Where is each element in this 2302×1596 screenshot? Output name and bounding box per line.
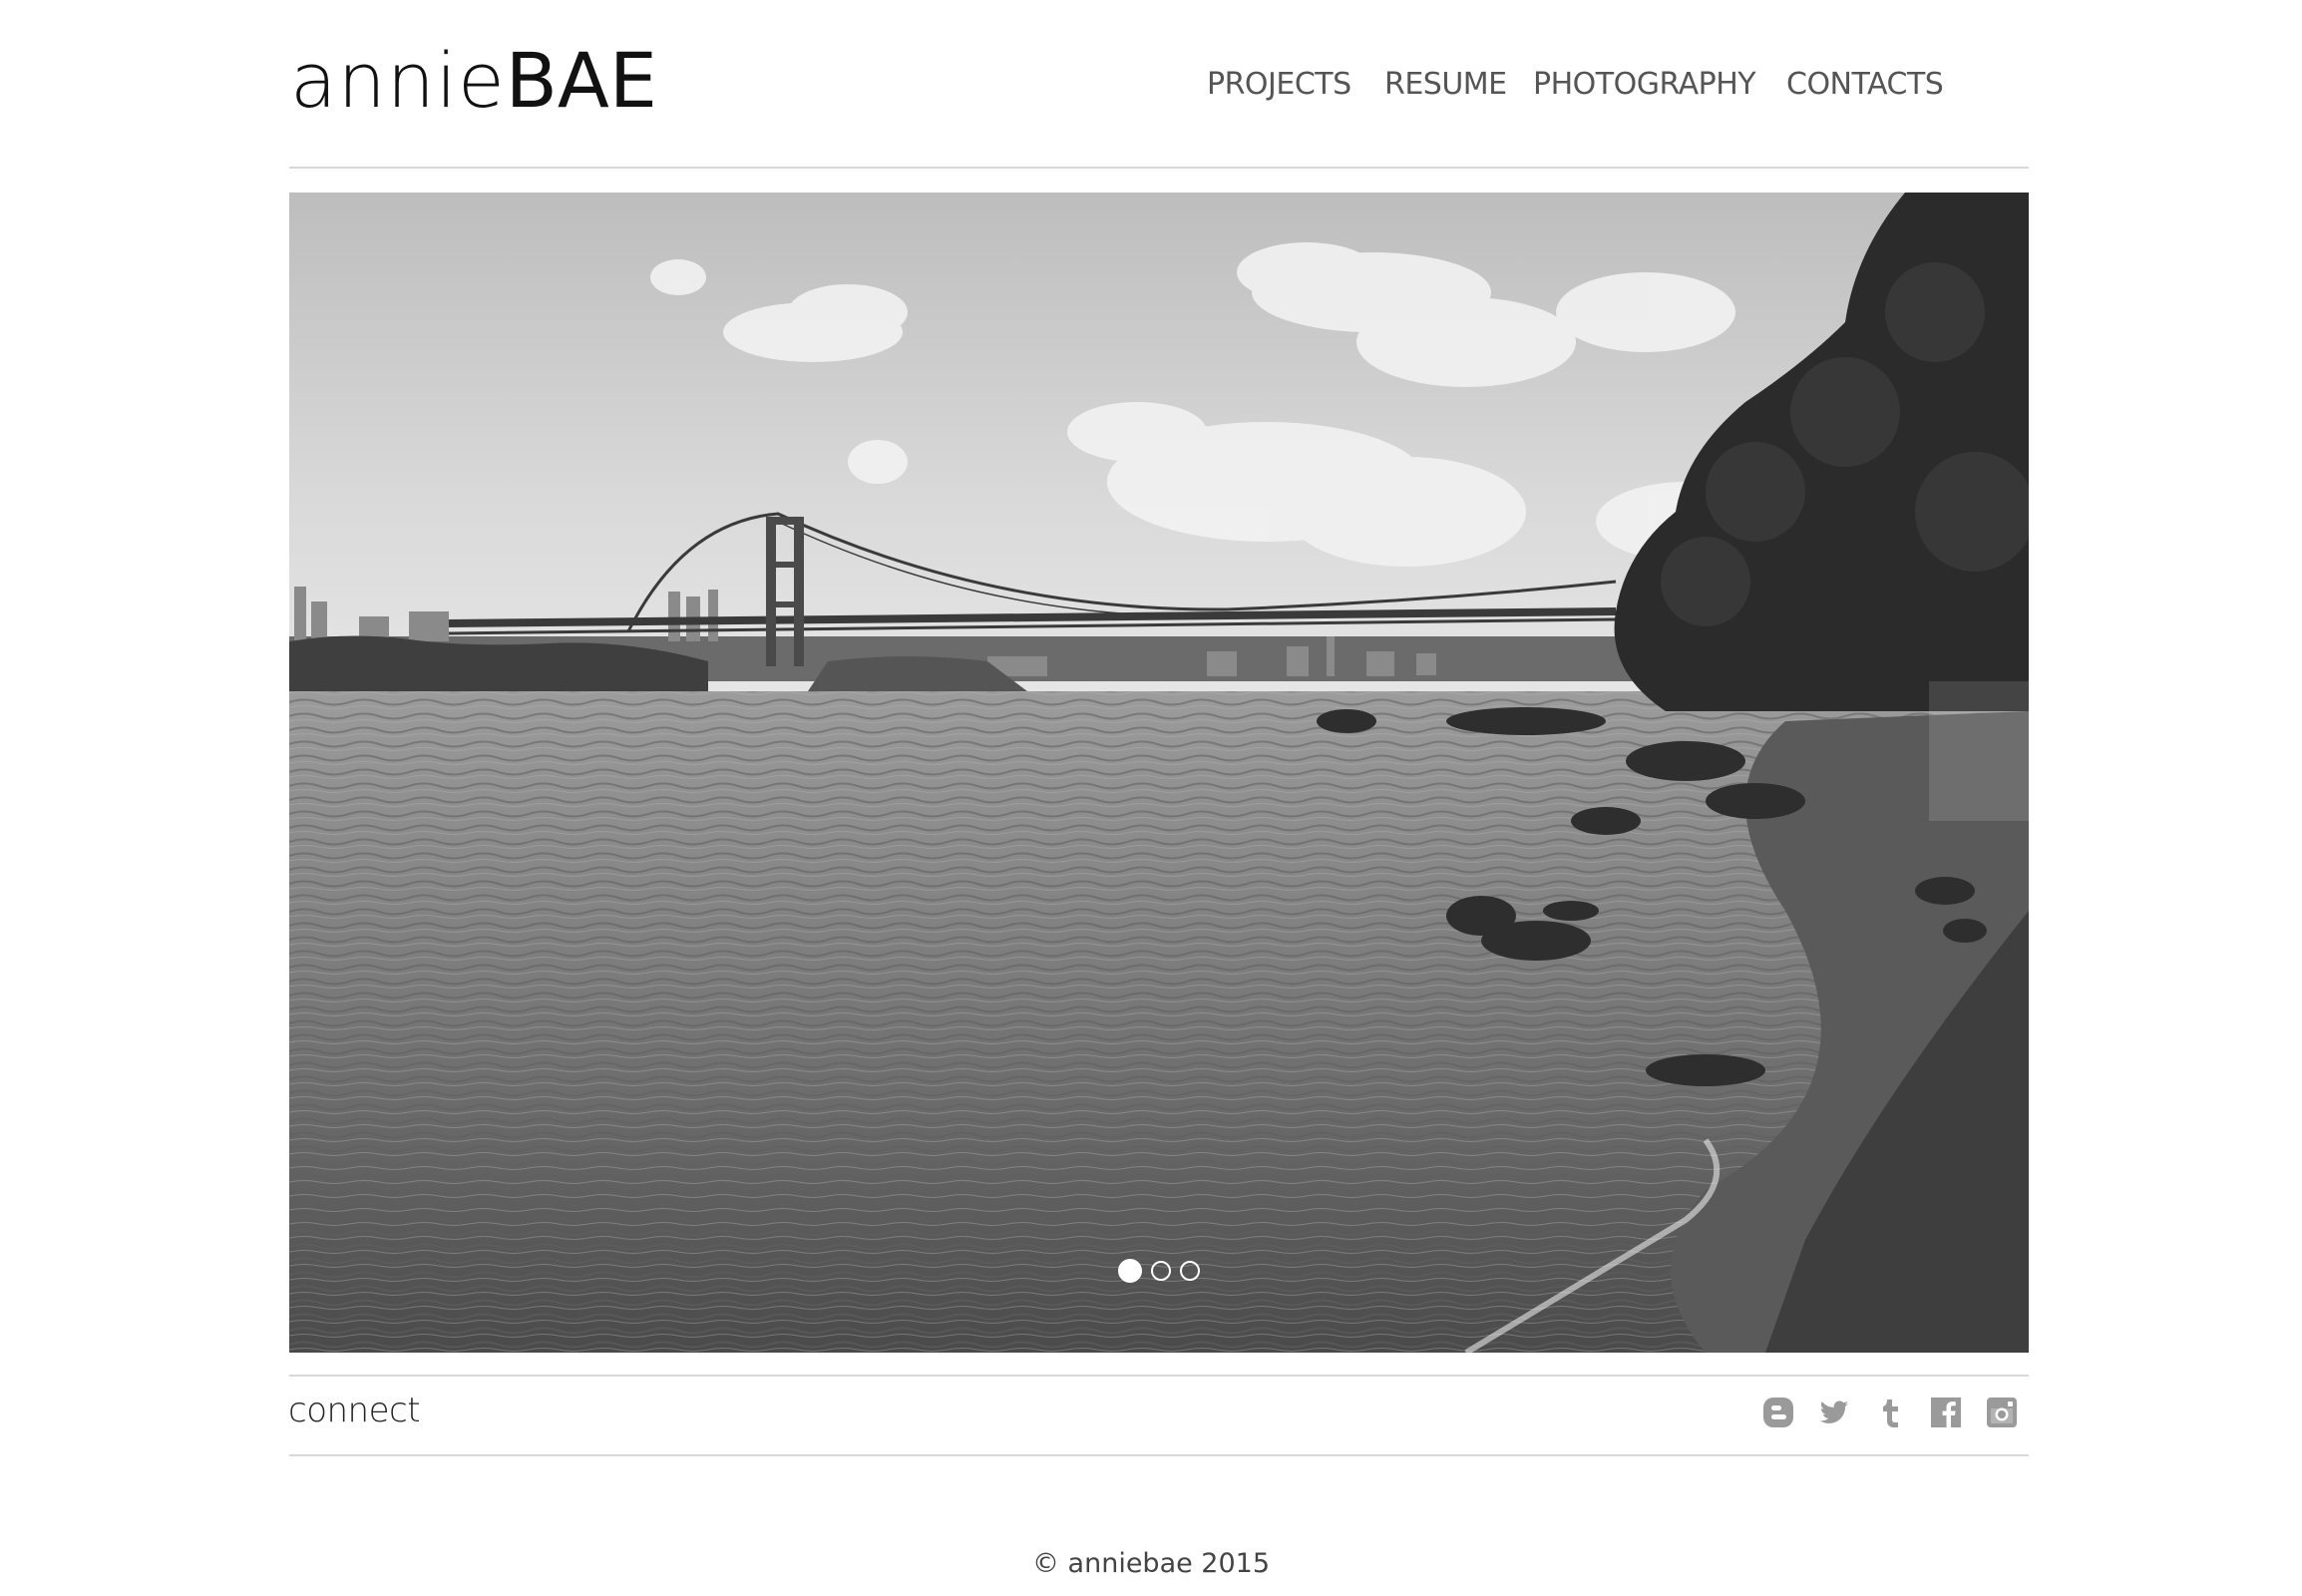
page: annieBAE PROJECTS RESUME PHOTOGRAPHY CON… xyxy=(0,0,2302,1596)
nav-item-contacts[interactable]: CONTACTS xyxy=(1786,60,1944,110)
nav-item-photography[interactable]: PHOTOGRAPHY xyxy=(1533,60,1756,110)
nav-item-projects[interactable]: PROJECTS xyxy=(1207,60,1351,110)
instagram-icon[interactable] xyxy=(1985,1396,2019,1429)
connect-label: connect xyxy=(288,1391,421,1430)
blogger-icon[interactable] xyxy=(1761,1396,1795,1429)
slide-dot-3[interactable] xyxy=(1180,1261,1200,1281)
hero-photo xyxy=(289,193,2029,1353)
footer-copyright: © anniebae 2015 xyxy=(1031,1548,1271,1579)
slide-dot-2[interactable] xyxy=(1151,1261,1171,1281)
logo-text-annie: annie xyxy=(290,36,506,125)
header-divider xyxy=(289,167,2029,169)
nav-item-resume[interactable]: RESUME xyxy=(1384,60,1507,110)
connect-top-divider xyxy=(289,1375,2029,1377)
connect-bottom-divider xyxy=(289,1454,2029,1456)
slideshow-pagination xyxy=(289,1259,2029,1283)
social-links xyxy=(1761,1393,2019,1432)
logo-text-bae: BAE xyxy=(505,36,657,125)
tumblr-icon[interactable] xyxy=(1873,1396,1907,1429)
site-logo[interactable]: annieBAE xyxy=(290,36,657,126)
facebook-icon[interactable] xyxy=(1929,1396,1963,1429)
slideshow-next-arrow[interactable] xyxy=(1929,681,2029,821)
hero-slideshow[interactable] xyxy=(289,193,2029,1353)
twitter-icon[interactable] xyxy=(1817,1396,1851,1429)
slide-dot-1[interactable] xyxy=(1118,1259,1142,1283)
